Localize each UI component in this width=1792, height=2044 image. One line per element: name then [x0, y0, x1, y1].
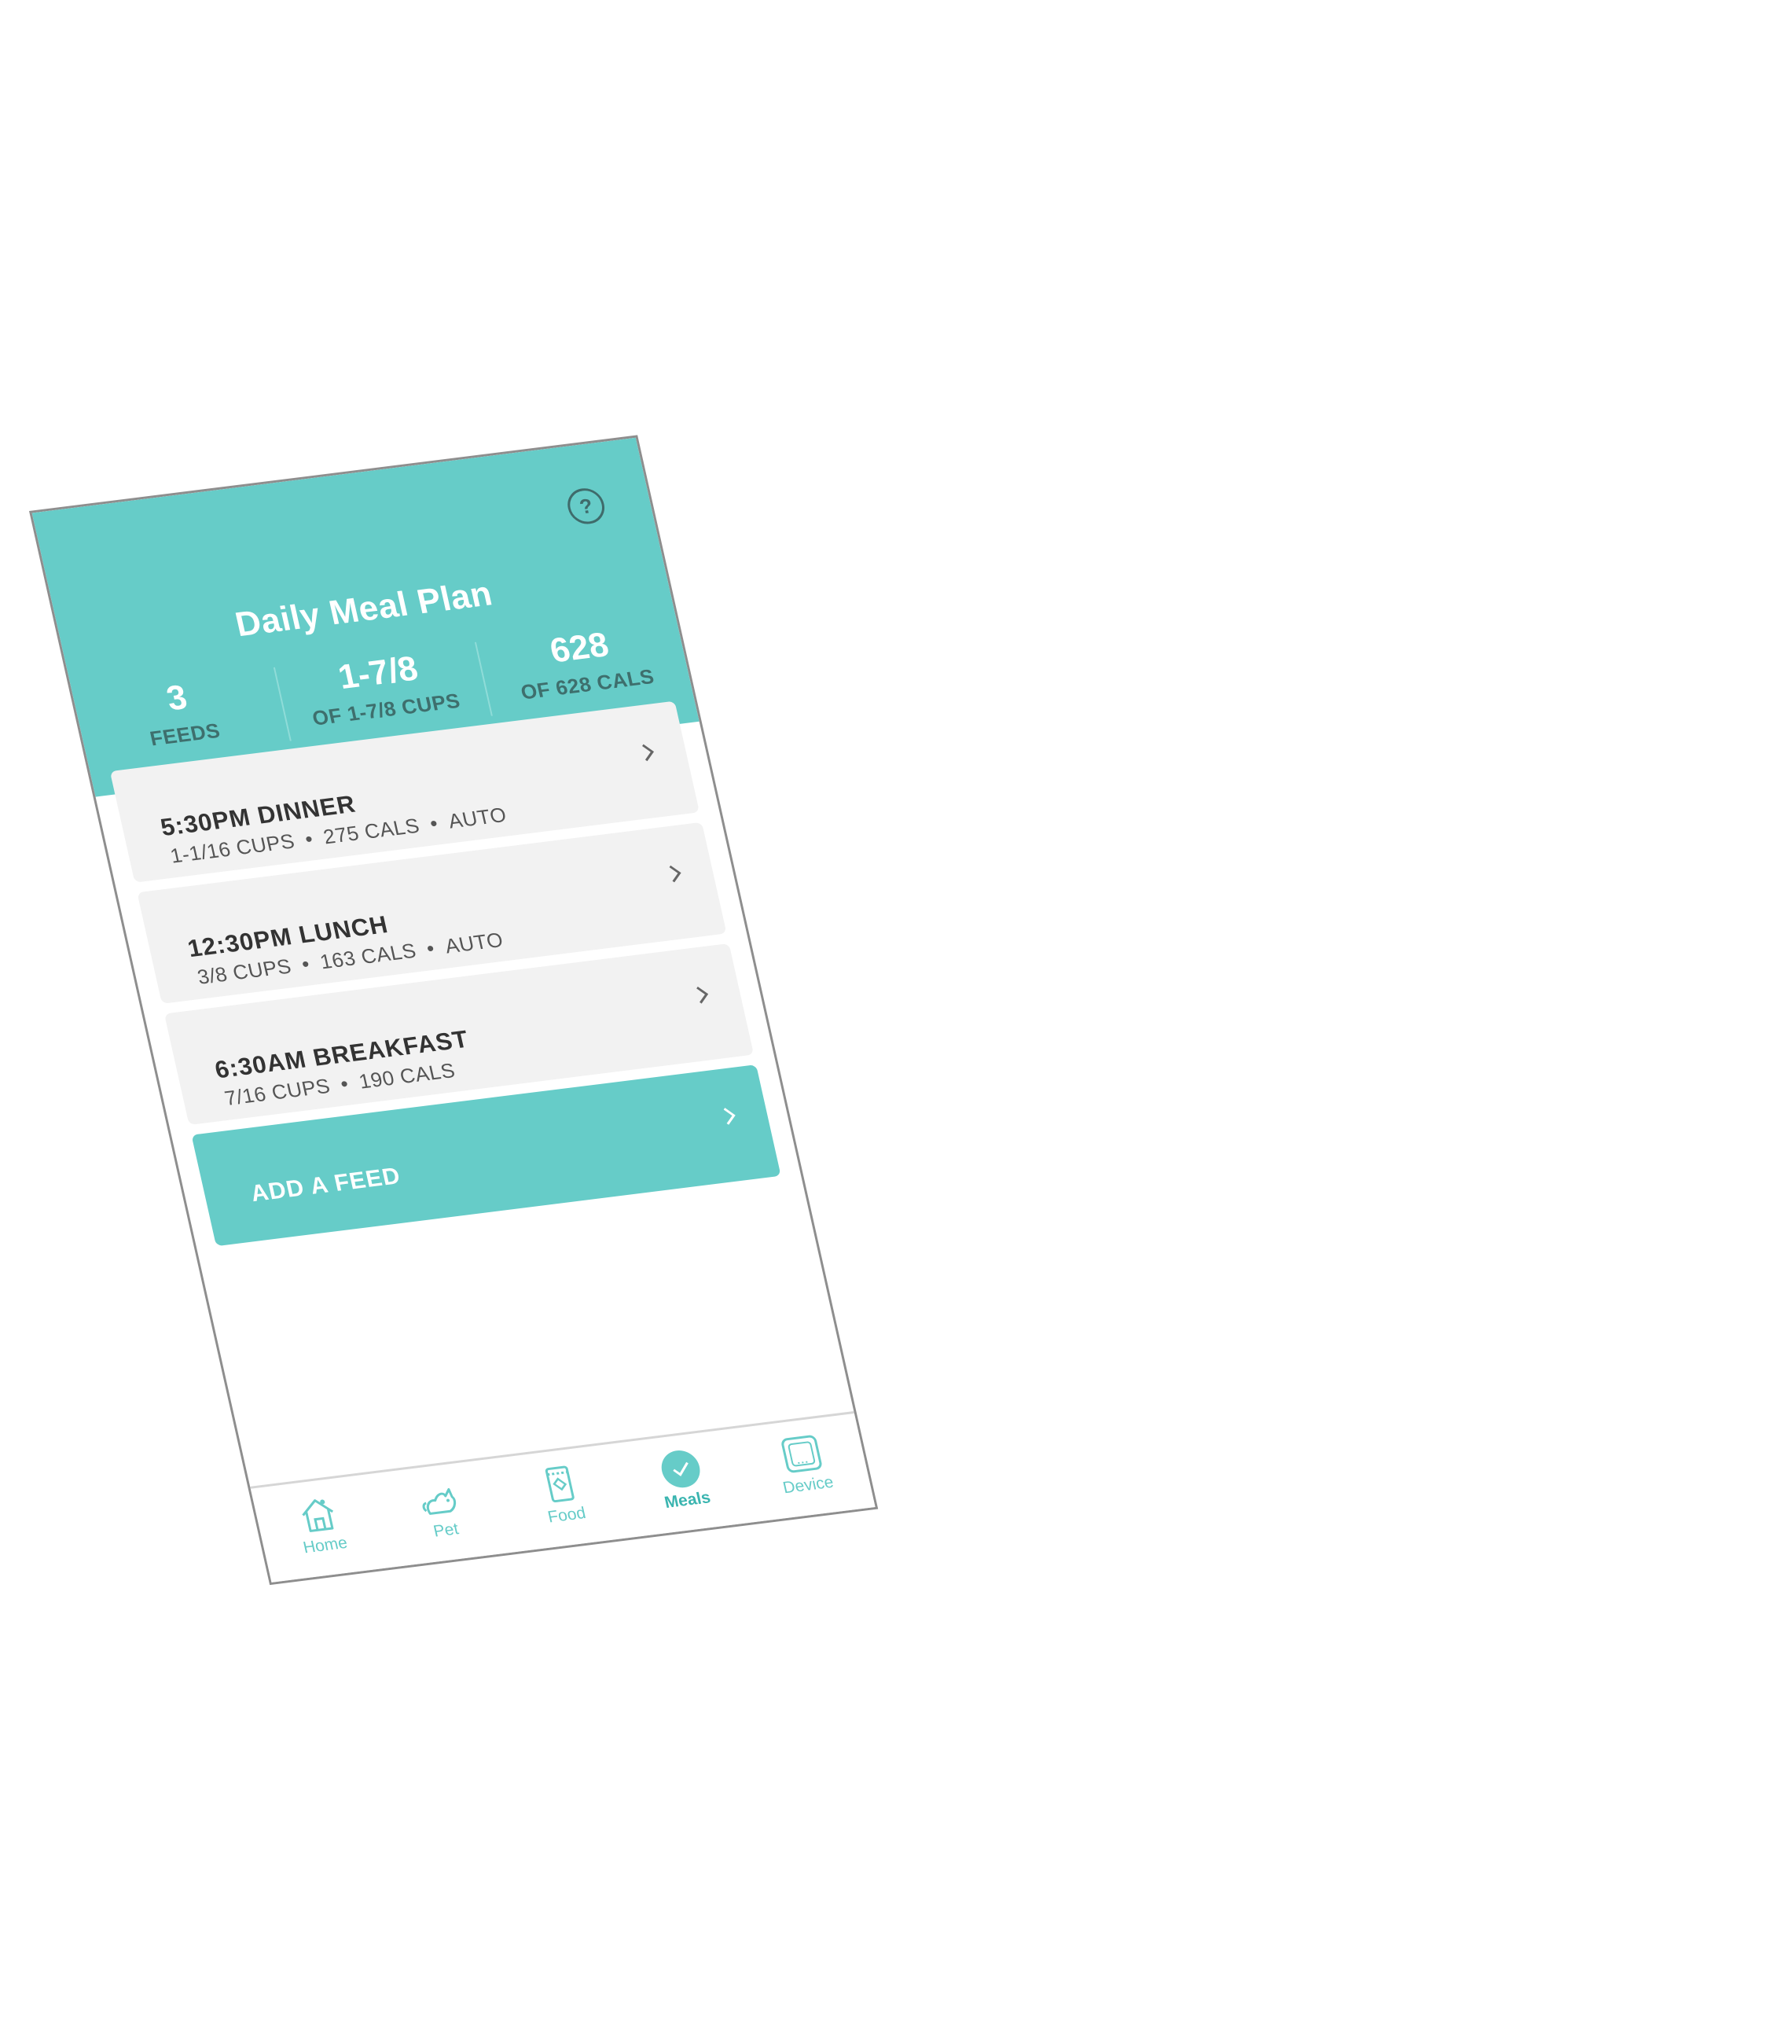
- add-feed-label: ADD A FEED: [248, 1163, 403, 1208]
- separator-dot: •: [428, 811, 441, 836]
- separator-dot: •: [424, 936, 437, 961]
- separator-dot: •: [338, 1072, 351, 1096]
- tab-home[interactable]: Home: [251, 1474, 392, 1583]
- tab-food[interactable]: Food: [492, 1443, 633, 1552]
- phone-screen: ? Daily Meal Plan 3 FEEDS 1-7/8 OF 1-7/8…: [29, 435, 879, 1586]
- help-icon[interactable]: ?: [564, 486, 608, 527]
- tab-pet[interactable]: Pet: [371, 1458, 512, 1567]
- tab-device[interactable]: Device: [733, 1414, 875, 1522]
- stage: ? Daily Meal Plan 3 FEEDS 1-7/8 OF 1-7/8…: [0, 0, 1792, 2044]
- chevron-right-icon: [696, 986, 709, 1004]
- meal-list: 5:30PM DINNER 1-1/16 CUPS • 275 CALS • AUTO …: [109, 700, 781, 1247]
- pet-icon: [422, 1487, 457, 1515]
- chevron-right-icon: [642, 744, 655, 762]
- home-icon: [302, 1499, 334, 1532]
- device-icon: [780, 1435, 822, 1473]
- bottom-tab-bar: Home Pet Food Meals Device: [250, 1411, 876, 1583]
- chevron-right-icon: [723, 1108, 736, 1125]
- separator-dot: •: [299, 951, 312, 976]
- meal-mode: AUTO: [442, 928, 505, 958]
- separator-dot: •: [303, 826, 316, 851]
- meal-mode: AUTO: [446, 803, 509, 833]
- chevron-right-icon: [669, 865, 681, 883]
- food-bag-icon: [545, 1465, 575, 1503]
- tab-meals[interactable]: Meals: [613, 1428, 755, 1537]
- check-circle-icon: [661, 1450, 700, 1488]
